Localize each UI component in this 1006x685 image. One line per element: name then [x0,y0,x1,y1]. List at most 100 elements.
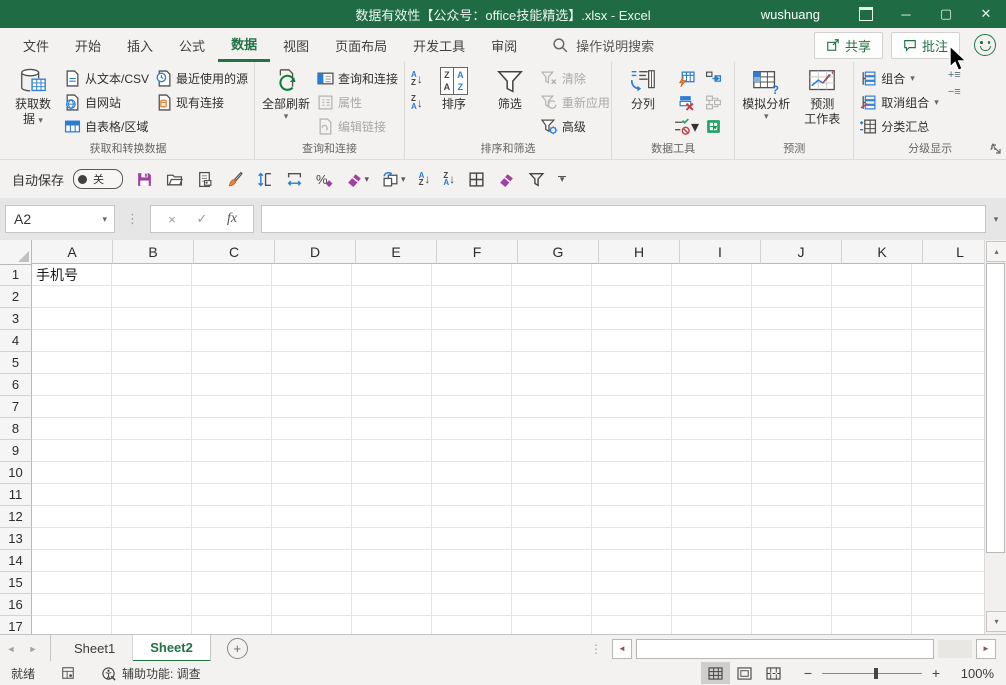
cell-I16[interactable] [672,594,752,616]
cell-E2[interactable] [352,286,432,308]
row-header-3[interactable]: 3 [0,308,32,330]
cell-B4[interactable] [112,330,192,352]
cell-A4[interactable] [32,330,112,352]
horizontal-scrollbar[interactable]: ⋮ ◄ ► [590,635,1006,662]
cell-D14[interactable] [272,550,352,572]
cell-E5[interactable] [352,352,432,374]
cell-K6[interactable] [832,374,912,396]
cell-H9[interactable] [592,440,672,462]
cell-K3[interactable] [832,308,912,330]
cell-C16[interactable] [192,594,272,616]
cell-C8[interactable] [192,418,272,440]
cell-B12[interactable] [112,506,192,528]
cell-J11[interactable] [752,484,832,506]
tab-data[interactable]: 数据 [218,28,270,62]
column-header-G[interactable]: G [518,240,599,264]
column-header-A[interactable]: A [32,240,113,264]
cell-B13[interactable] [112,528,192,550]
cell-B15[interactable] [112,572,192,594]
remove-duplicates-button[interactable] [671,91,702,114]
cell-H15[interactable] [592,572,672,594]
what-if-analysis-button[interactable]: ? 模拟分析 ▾ [738,66,794,121]
cell-C5[interactable] [192,352,272,374]
cell-E14[interactable] [352,550,432,572]
cell-D4[interactable] [272,330,352,352]
cell-H11[interactable] [592,484,672,506]
cell-L16[interactable] [912,594,985,616]
eraser-dropdown-button[interactable]: ▾ [346,171,370,188]
cell-C9[interactable] [192,440,272,462]
row-header-13[interactable]: 13 [0,528,32,550]
cell-B5[interactable] [112,352,192,374]
cell-A6[interactable] [32,374,112,396]
cell-F7[interactable] [432,396,512,418]
cell-I17[interactable] [672,616,752,634]
cell-F13[interactable] [432,528,512,550]
cell-G14[interactable] [512,550,592,572]
cell-G3[interactable] [512,308,592,330]
cell-I2[interactable] [672,286,752,308]
cell-L6[interactable] [912,374,985,396]
qat-sort-descending-button[interactable]: ZA↓ [443,172,455,187]
cell-B6[interactable] [112,374,192,396]
filter-button[interactable]: 筛选 [482,66,538,113]
save-button[interactable] [136,171,153,188]
row-header-14[interactable]: 14 [0,550,32,572]
cell-B2[interactable] [112,286,192,308]
cell-A15[interactable] [32,572,112,594]
zoom-slider-thumb[interactable] [874,668,878,679]
cell-K17[interactable] [832,616,912,634]
cell-A13[interactable] [32,528,112,550]
reapply-filter-button[interactable]: 重新应用 [538,91,613,114]
cell-I12[interactable] [672,506,752,528]
zoom-in-icon[interactable]: + [930,665,942,681]
cell-B9[interactable] [112,440,192,462]
normal-view-button[interactable] [701,662,730,684]
cell-K12[interactable] [832,506,912,528]
select-all-corner[interactable] [0,240,32,265]
cell-G13[interactable] [512,528,592,550]
column-header-C[interactable]: C [194,240,275,264]
cell-J17[interactable] [752,616,832,634]
text-to-columns-button[interactable]: 分列 [615,66,671,113]
ribbon-display-options-icon[interactable] [846,0,886,28]
row-header-4[interactable]: 4 [0,330,32,352]
cell-B7[interactable] [112,396,192,418]
sheet-nav-right-icon[interactable]: ► [22,635,44,662]
cell-G8[interactable] [512,418,592,440]
cell-K4[interactable] [832,330,912,352]
cell-B8[interactable] [112,418,192,440]
cell-H12[interactable] [592,506,672,528]
cell-J15[interactable] [752,572,832,594]
column-header-E[interactable]: E [356,240,437,264]
column-width-button[interactable] [286,171,303,188]
cell-I11[interactable] [672,484,752,506]
row-header-7[interactable]: 7 [0,396,32,418]
zoom-level[interactable]: 100% [952,666,994,681]
cell-D16[interactable] [272,594,352,616]
tab-formulas[interactable]: 公式 [166,28,218,62]
sheet-nav-left-icon[interactable]: ◄ [0,635,22,662]
hscroll-left-icon[interactable]: ◄ [612,639,632,659]
cell-E3[interactable] [352,308,432,330]
cell-J16[interactable] [752,594,832,616]
cell-H7[interactable] [592,396,672,418]
cell-K11[interactable] [832,484,912,506]
sort-descending-button[interactable]: ZA↓ [408,91,426,114]
cell-I3[interactable] [672,308,752,330]
tab-page-layout[interactable]: 页面布局 [322,28,400,62]
splitter-grip-icon[interactable]: ⋮ [590,642,602,656]
cell-G5[interactable] [512,352,592,374]
cell-J8[interactable] [752,418,832,440]
row-header-15[interactable]: 15 [0,572,32,594]
eraser-button[interactable] [498,171,515,188]
properties-button[interactable]: 属性 [314,91,401,114]
cell-F4[interactable] [432,330,512,352]
cell-B10[interactable] [112,462,192,484]
cell-B1[interactable] [112,264,192,286]
collapse-ribbon-icon[interactable]: ∧ [989,140,997,153]
cell-J12[interactable] [752,506,832,528]
cell-E17[interactable] [352,616,432,634]
cell-G17[interactable] [512,616,592,634]
tab-view[interactable]: 视图 [270,28,322,62]
